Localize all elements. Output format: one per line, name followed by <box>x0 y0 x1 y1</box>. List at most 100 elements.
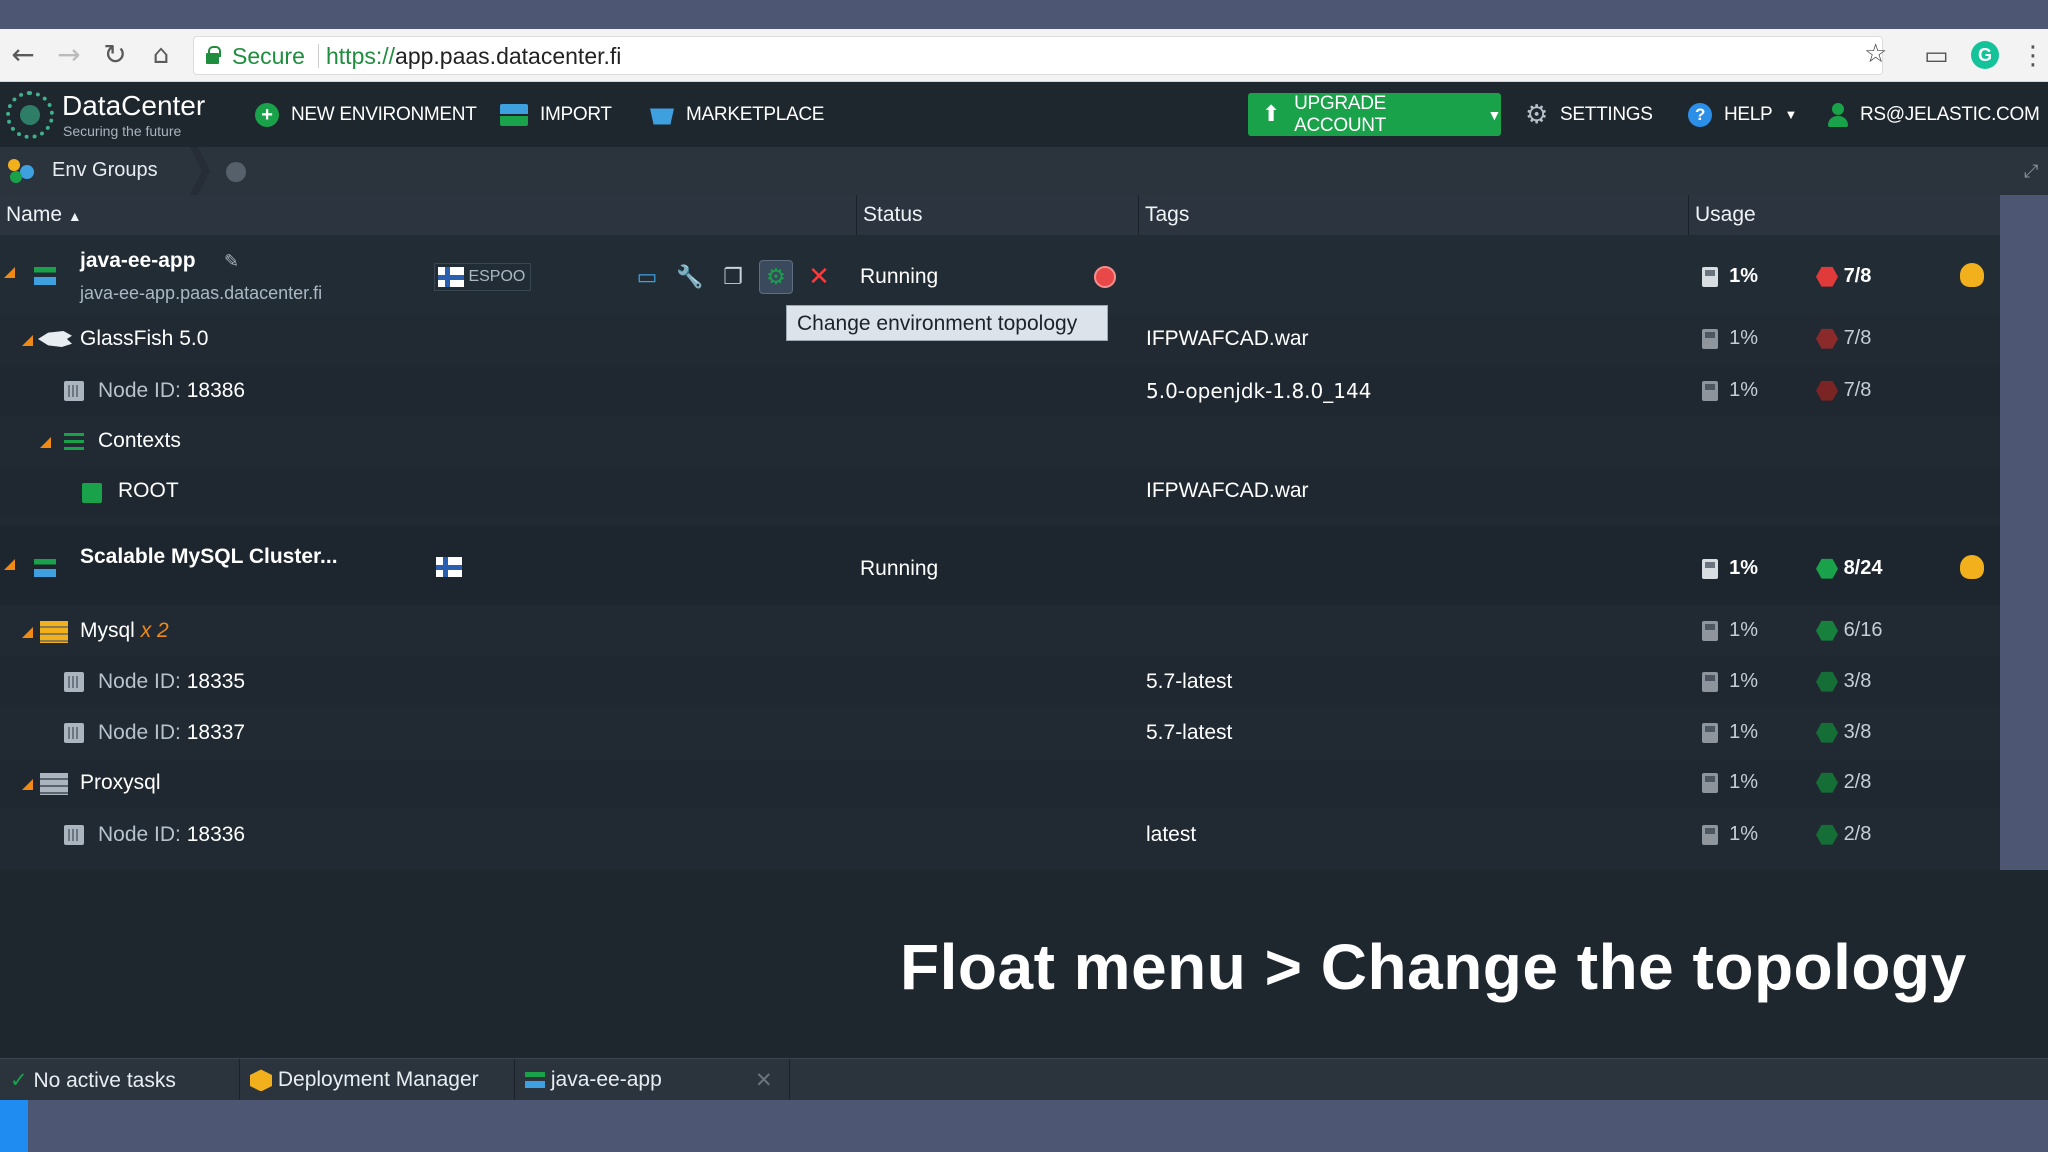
home-icon[interactable]: ⌂ <box>146 40 176 70</box>
collapse-triangle-icon[interactable] <box>4 559 15 570</box>
marketplace-button[interactable]: MARKETPLACE <box>650 82 824 147</box>
collapse-triangle-icon[interactable] <box>4 267 15 278</box>
table-row-contexts[interactable]: Contexts <box>0 417 2000 467</box>
collapse-triangle-icon[interactable] <box>22 627 33 638</box>
expand-icon[interactable]: ⤢ <box>2024 161 2038 182</box>
column-header-status[interactable]: Status <box>856 195 1138 235</box>
grammarly-icon[interactable]: G <box>1971 41 1999 69</box>
glassfish-tag: IFPWAFCAD.war <box>1146 327 1309 350</box>
contexts-list-icon <box>64 433 84 451</box>
cloudlet-usage: 6/16 <box>1816 619 1883 642</box>
menu-icon[interactable]: ⋮ <box>2020 41 2046 71</box>
disk-usage-value: 1% <box>1729 327 1759 349</box>
java-ee-app-tab[interactable]: java-ee-app ✕ <box>515 1059 790 1101</box>
column-header-name[interactable]: Name ▲ <box>0 195 856 235</box>
disk-usage: 1% <box>1702 771 1758 794</box>
billing-money-bag-icon[interactable] <box>1960 555 1984 579</box>
cloudlet-usage: 7/8 <box>1816 327 1871 350</box>
group-chevron-divider <box>190 147 210 195</box>
node-id: Node ID: 18337 <box>98 721 245 745</box>
logo-subtitle: Securing the future <box>63 123 182 139</box>
caret-down-icon: ▼ <box>1487 106 1501 123</box>
node-id-label: Node ID: <box>98 721 181 744</box>
node-tag: 5.7-latest <box>1146 721 1233 744</box>
column-tags-label: Tags <box>1145 203 1190 226</box>
help-button[interactable]: ? HELP ▼ <box>1688 82 1797 147</box>
add-group-icon[interactable] <box>226 162 246 182</box>
cloudlet-value: 2/8 <box>1843 771 1872 793</box>
star-icon[interactable]: ☆ <box>1864 39 1887 69</box>
edit-pencil-icon[interactable]: ✎ <box>224 251 239 272</box>
mysql-label: Mysql <box>80 619 135 642</box>
collapse-triangle-icon[interactable] <box>22 779 33 790</box>
forward-icon[interactable]: → <box>54 40 84 70</box>
root-tag: IFPWAFCAD.war <box>1146 479 1309 502</box>
delete-x-icon[interactable]: ✕ <box>802 260 836 294</box>
open-in-browser-icon[interactable]: ▭ <box>630 260 664 294</box>
disk-usage-value: 1% <box>1729 670 1759 692</box>
collapse-triangle-icon[interactable] <box>40 437 51 448</box>
collapse-triangle-icon[interactable] <box>22 335 33 346</box>
table-row-mysql[interactable]: Mysql x 2 1% 6/16 <box>0 605 2000 657</box>
config-wrench-icon[interactable]: 🔧 <box>673 260 707 294</box>
disk-usage: 1% <box>1702 327 1758 350</box>
cloudlet-green-icon <box>1816 824 1838 845</box>
user-menu-button[interactable]: RS@JELASTIC.COM ▼ <box>1828 82 2048 147</box>
cloudlet-value: 2/8 <box>1843 823 1872 845</box>
disk-usage-value: 1% <box>1729 557 1759 579</box>
table-row-node-18335[interactable]: Node ID: 18335 5.7-latest 1% 3/8 <box>0 657 2000 707</box>
cloudlet-value: 6/16 <box>1843 619 1883 641</box>
deployment-manager-tab[interactable]: Deployment Manager <box>240 1059 515 1101</box>
table-row-node-18336[interactable]: Node ID: 18336 latest 1% 2/8 <box>0 809 2000 861</box>
cloudlet-green-icon <box>1816 620 1838 641</box>
disk-icon <box>1702 722 1718 743</box>
env-domain[interactable]: java-ee-app.paas.datacenter.fi <box>80 283 322 304</box>
settings-button[interactable]: ⚙ SETTINGS <box>1525 82 1653 147</box>
env-groups-label[interactable]: Env Groups <box>52 159 158 182</box>
new-environment-label: NEW ENVIRONMENT <box>291 103 477 125</box>
table-row-node-18337[interactable]: Node ID: 18337 5.7-latest 1% 3/8 <box>0 707 2000 759</box>
region-label: ESPOO <box>468 268 526 286</box>
basket-icon <box>650 108 674 125</box>
disk-usage-value: 1% <box>1729 265 1759 287</box>
import-icon <box>500 103 528 126</box>
plus-circle-icon: + <box>255 102 279 127</box>
table-row-proxysql[interactable]: Proxysql 1% 2/8 <box>0 759 2000 809</box>
video-caption: Float menu > Change the topology <box>900 931 1967 1003</box>
environment-icon <box>34 267 56 285</box>
column-header-usage[interactable]: Usage <box>1688 195 2000 235</box>
cloudlet-red-icon <box>1816 380 1838 401</box>
column-header-tags[interactable]: Tags <box>1138 195 1688 235</box>
cloudlet-red-icon <box>1816 328 1838 349</box>
table-row-mysql-cluster[interactable]: Scalable MySQL Cluster... Running 1% 8/2… <box>0 525 2000 605</box>
table-row-node-18386[interactable]: Node ID: 18386 5.0-openjdk-1.8.0_144 1% … <box>0 365 2000 417</box>
cast-icon[interactable]: ▭ <box>1924 41 1949 71</box>
table-row-root[interactable]: ROOT IFPWAFCAD.war <box>0 467 2000 517</box>
back-icon[interactable]: ← <box>8 40 38 70</box>
upgrade-account-button[interactable]: ⬆ UPGRADE ACCOUNT ▼ <box>1248 93 1501 136</box>
change-topology-icon[interactable]: ⚙ <box>759 260 793 294</box>
stop-button-icon[interactable] <box>1094 266 1116 288</box>
reload-icon[interactable]: ↻ <box>100 40 130 70</box>
address-bar[interactable]: Secure https://app.paas.datacenter.fi ☆ <box>193 36 1887 75</box>
disk-usage: 1% <box>1702 379 1758 402</box>
node-id-label: Node ID: <box>98 670 181 693</box>
import-button[interactable]: IMPORT <box>500 82 612 147</box>
clone-icon[interactable]: ❐ <box>716 260 750 294</box>
change-topology-tooltip: Change environment topology <box>786 305 1108 341</box>
caret-down-icon: ▼ <box>1784 107 1798 122</box>
active-tasks-tab[interactable]: ✓ No active tasks <box>0 1059 240 1101</box>
env-status: Running <box>860 265 939 288</box>
env-name[interactable]: Scalable MySQL Cluster... <box>80 545 338 569</box>
table-row-java-ee-app[interactable]: java-ee-app ✎ java-ee-app.paas.datacente… <box>0 235 2000 315</box>
env-groups-icon[interactable] <box>8 159 34 183</box>
help-icon: ? <box>1688 102 1712 127</box>
url-host: app.paas.datacenter.fi <box>395 43 622 69</box>
datacenter-logo-icon <box>6 91 54 139</box>
node-id-value: 18337 <box>186 721 246 744</box>
disk-icon <box>1702 671 1718 692</box>
close-tab-icon[interactable]: ✕ <box>755 1059 773 1101</box>
billing-money-bag-icon[interactable] <box>1960 263 1984 287</box>
new-environment-button[interactable]: + NEW ENVIRONMENT <box>255 82 477 147</box>
env-name[interactable]: java-ee-app <box>80 249 196 273</box>
